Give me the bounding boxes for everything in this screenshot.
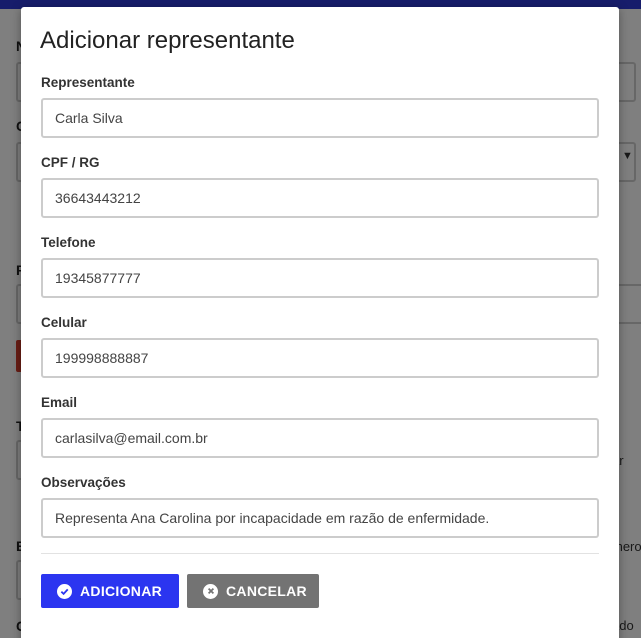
mobile-label: Celular: [41, 315, 87, 330]
mobile-input[interactable]: [41, 338, 599, 378]
phone-input[interactable]: [41, 258, 599, 298]
add-button[interactable]: ADICIONAR: [41, 574, 179, 608]
representative-label: Representante: [41, 75, 135, 90]
modal-divider: [41, 553, 599, 554]
notes-input[interactable]: [41, 498, 599, 538]
notes-label: Observações: [41, 475, 126, 490]
add-button-label: ADICIONAR: [80, 583, 163, 599]
check-circle-icon: [57, 583, 72, 599]
cancel-button-label: CANCELAR: [226, 583, 307, 599]
add-representative-modal: Adicionar representante Representante CP…: [21, 7, 619, 638]
email-label: Email: [41, 395, 78, 410]
email-input[interactable]: [41, 418, 599, 458]
cancel-button[interactable]: CANCELAR: [187, 574, 319, 608]
representative-input[interactable]: [41, 98, 599, 138]
close-circle-icon: [203, 583, 218, 599]
cpf-rg-label: CPF / RG: [41, 155, 100, 170]
phone-label: Telefone: [41, 235, 96, 250]
modal-title: Adicionar representante: [40, 27, 295, 54]
cpf-rg-input[interactable]: [41, 178, 599, 218]
